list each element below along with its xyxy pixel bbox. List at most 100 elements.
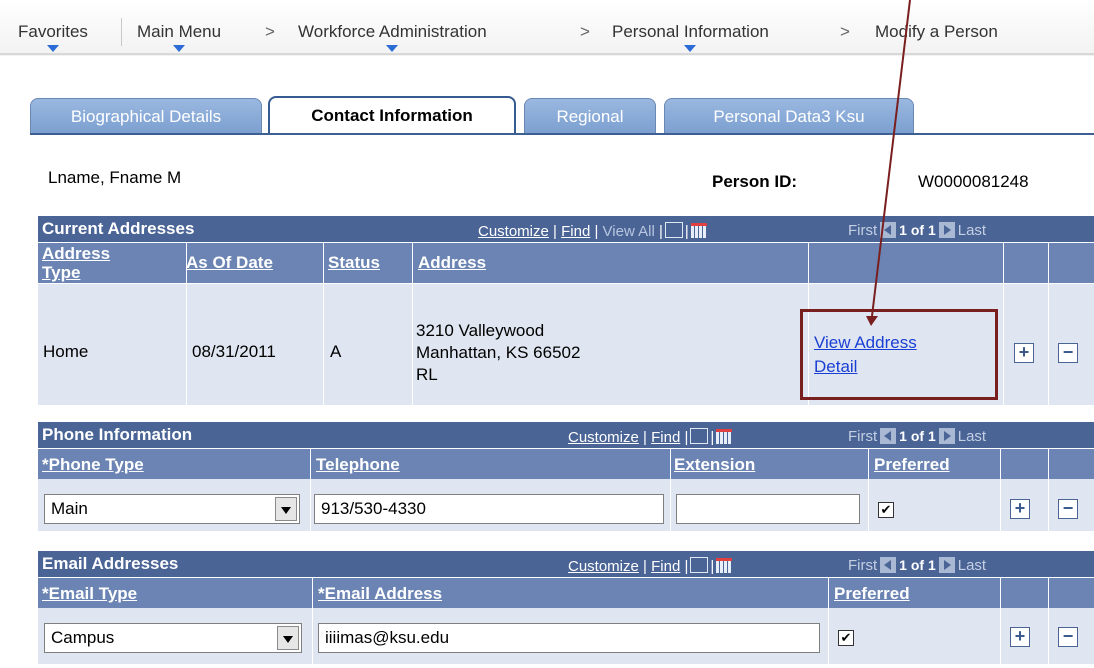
col-phone-type[interactable]: *Phone Type bbox=[42, 455, 144, 474]
grid-divider bbox=[670, 449, 671, 531]
col-email-type[interactable]: *Email Type bbox=[42, 584, 137, 603]
next-row-icon[interactable] bbox=[938, 428, 955, 444]
find-link[interactable]: Find bbox=[561, 223, 590, 240]
phone-title: Phone Information bbox=[42, 425, 193, 444]
email-address-input[interactable]: iiiimas@ksu.edu bbox=[318, 623, 820, 653]
tab-regional[interactable]: Regional bbox=[524, 98, 656, 134]
address-line-1: 3210 Valleywood bbox=[416, 321, 545, 340]
new-window-icon[interactable] bbox=[664, 222, 683, 238]
phone-preferred-checkbox[interactable]: ✔ bbox=[878, 502, 894, 518]
previous-row-icon[interactable] bbox=[880, 557, 897, 573]
address-line-3: RL bbox=[416, 365, 438, 384]
add-address-button[interactable]: + bbox=[1014, 343, 1034, 363]
person-id-label: Person ID: bbox=[712, 172, 798, 191]
phone-grid-tools: Customize | Find | | bbox=[568, 428, 734, 446]
remove-phone-button[interactable]: − bbox=[1058, 499, 1078, 519]
person-id-value: W0000081248 bbox=[918, 172, 1029, 191]
email-preferred-checkbox[interactable]: ✔ bbox=[838, 630, 854, 646]
download-spreadsheet-icon[interactable] bbox=[690, 223, 707, 238]
new-window-icon[interactable] bbox=[690, 428, 709, 444]
dropdown-arrow-icon[interactable] bbox=[275, 497, 297, 521]
last-link[interactable]: Last bbox=[958, 222, 986, 239]
nav-favorites[interactable]: Favorites bbox=[18, 22, 88, 52]
annotation-arrow-icon bbox=[866, 0, 911, 326]
first-link[interactable]: First bbox=[848, 557, 877, 574]
col-preferred[interactable]: Preferred bbox=[834, 584, 910, 603]
last-link[interactable]: Last bbox=[958, 557, 986, 574]
telephone-input[interactable]: 913/530-4330 bbox=[314, 494, 664, 524]
as-of-date-value: 08/31/2011 bbox=[192, 342, 276, 361]
email-pager: First 1 of 1 Last bbox=[848, 557, 986, 574]
grid-divider bbox=[412, 243, 413, 405]
add-phone-button[interactable]: + bbox=[1010, 499, 1030, 519]
new-window-icon[interactable] bbox=[690, 557, 709, 573]
tab-biographical-details[interactable]: Biographical Details bbox=[30, 98, 262, 134]
phone-grid-header: Phone Information Customize | Find | | Fi… bbox=[38, 422, 1094, 448]
addresses-grid-tools: Customize | Find | View All | | bbox=[478, 222, 709, 240]
phone-pager: First 1 of 1 Last bbox=[848, 428, 986, 445]
grid-divider bbox=[1000, 449, 1001, 531]
grid-divider bbox=[1048, 243, 1049, 405]
download-spreadsheet-icon[interactable] bbox=[716, 429, 733, 444]
customize-link[interactable]: Customize bbox=[568, 558, 639, 575]
add-email-button[interactable]: + bbox=[1010, 627, 1030, 647]
nav-workforce-administration[interactable]: Workforce Administration bbox=[298, 22, 487, 52]
extension-input[interactable] bbox=[676, 494, 860, 524]
grid-divider bbox=[828, 578, 829, 664]
chevron-down-icon bbox=[684, 45, 697, 52]
col-address[interactable]: Address bbox=[418, 253, 486, 272]
grid-divider bbox=[1003, 243, 1004, 405]
email-title: Email Addresses bbox=[42, 554, 179, 573]
addresses-title: Current Addresses bbox=[42, 219, 195, 238]
first-link[interactable]: First bbox=[848, 428, 877, 445]
col-status[interactable]: Status bbox=[328, 253, 380, 272]
row-counter: 1 of 1 bbox=[899, 428, 936, 444]
phone-column-headers: *Phone Type Telephone Extension Preferre… bbox=[38, 449, 1094, 479]
next-row-icon[interactable] bbox=[938, 557, 955, 573]
dropdown-arrow-icon[interactable] bbox=[277, 626, 299, 650]
col-address-type-line2[interactable]: Type bbox=[42, 263, 80, 282]
address-line-2: Manhattan, KS 66502 bbox=[416, 343, 581, 362]
tab-underline bbox=[30, 133, 1094, 135]
grid-divider bbox=[1000, 578, 1001, 664]
remove-email-button[interactable]: − bbox=[1058, 627, 1078, 647]
addresses-grid-header: Current Addresses Customize | Find | Vie… bbox=[38, 216, 1094, 242]
col-extension[interactable]: Extension bbox=[674, 455, 755, 474]
person-name: Lname, Fname M bbox=[48, 168, 182, 187]
chevron-down-icon bbox=[386, 45, 399, 52]
phone-type-select[interactable]: Main bbox=[44, 494, 300, 524]
nav-main-menu[interactable]: Main Menu bbox=[137, 22, 221, 52]
tab-contact-information[interactable]: Contact Information bbox=[268, 96, 516, 134]
address-type-value: Home bbox=[43, 342, 89, 361]
remove-address-button[interactable]: − bbox=[1058, 343, 1078, 363]
email-grid-tools: Customize | Find | | bbox=[568, 557, 734, 575]
breadcrumb-separator: > bbox=[840, 22, 850, 41]
customize-link[interactable]: Customize bbox=[478, 223, 549, 240]
find-link[interactable]: Find bbox=[651, 558, 680, 575]
col-as-of-date[interactable]: As Of Date bbox=[186, 253, 273, 272]
breadcrumb-separator: > bbox=[265, 22, 275, 41]
email-grid-header: Email Addresses Customize | Find | | Firs… bbox=[38, 551, 1094, 577]
download-spreadsheet-icon[interactable] bbox=[716, 558, 733, 573]
col-email-address[interactable]: *Email Address bbox=[318, 584, 442, 603]
next-row-icon[interactable] bbox=[938, 222, 955, 238]
grid-divider bbox=[186, 243, 187, 405]
nav-personal-information[interactable]: Personal Information bbox=[612, 22, 769, 52]
email-type-select[interactable]: Campus bbox=[44, 623, 302, 653]
col-preferred[interactable]: Preferred bbox=[874, 455, 950, 474]
email-column-headers: *Email Type *Email Address Preferred bbox=[38, 578, 1094, 608]
nav-separator bbox=[121, 18, 122, 46]
view-all-link[interactable]: View All bbox=[603, 223, 655, 240]
nav-divider-line bbox=[0, 53, 1094, 55]
previous-row-icon[interactable] bbox=[880, 428, 897, 444]
grid-divider bbox=[310, 449, 311, 531]
grid-divider bbox=[312, 578, 313, 664]
status-value: A bbox=[330, 342, 342, 361]
col-address-type[interactable]: Address bbox=[42, 244, 110, 263]
customize-link[interactable]: Customize bbox=[568, 429, 639, 446]
row-counter: 1 of 1 bbox=[899, 557, 936, 573]
breadcrumb-separator: > bbox=[580, 22, 590, 41]
find-link[interactable]: Find bbox=[651, 429, 680, 446]
col-telephone[interactable]: Telephone bbox=[316, 455, 400, 474]
last-link[interactable]: Last bbox=[958, 428, 986, 445]
